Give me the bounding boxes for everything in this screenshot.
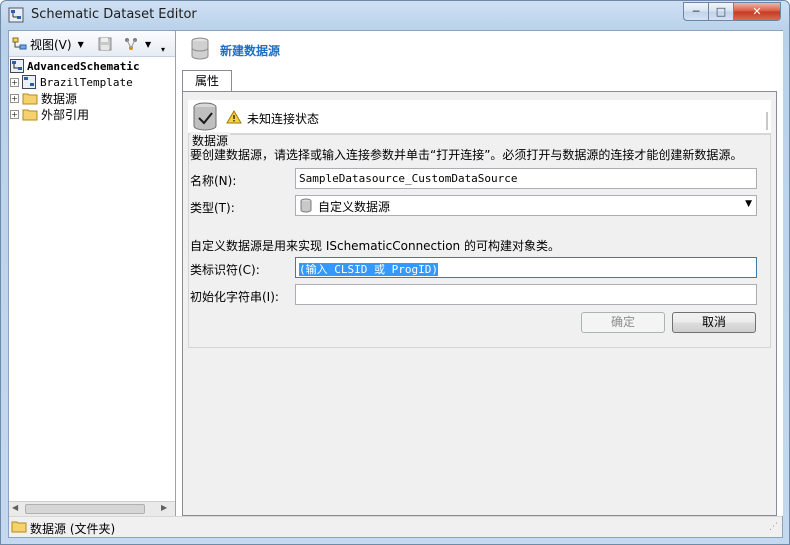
folder-icon <box>22 109 38 120</box>
left-panel: 视图(V) ▼ ▼ ▾ AdvancedSchematic + BrazilTe… <box>9 31 176 516</box>
schematic-template-icon <box>22 75 36 89</box>
cancel-button[interactable]: 取消 <box>672 312 756 333</box>
datasource-group: 数据源 要创建数据源，请选择或输入连接参数并单击“打开连接”。必须打开与数据源的… <box>188 132 771 348</box>
type-select-value: 自定义数据源 <box>318 200 391 214</box>
connection-status-text: 未知连接状态 <box>247 112 320 126</box>
class-id-label: 类标识符(C): <box>190 263 260 277</box>
minimize-button[interactable]: ─ <box>683 2 709 21</box>
left-toolbar: 视图(V) ▼ ▼ ▾ <box>9 31 175 57</box>
scroll-left-icon[interactable]: ◀ <box>12 503 18 512</box>
class-id-placeholder: (输入 CLSID 或 ProgID) <box>299 263 438 276</box>
tree-root[interactable]: AdvancedSchematic <box>10 58 140 74</box>
folder-icon <box>11 521 27 533</box>
tree-item-label: 数据源 <box>41 91 78 106</box>
save-icon <box>98 37 112 51</box>
ok-button[interactable]: 确定 <box>581 312 665 333</box>
schematic-dataset-icon <box>10 59 24 73</box>
layout-grid-icon <box>125 38 137 50</box>
init-string-field[interactable] <box>295 284 757 305</box>
window-title: Schematic Dataset Editor <box>31 7 197 22</box>
chevron-down-icon: ▼ <box>145 39 152 49</box>
page-title: 新建数据源 <box>220 44 281 58</box>
maximize-button[interactable]: □ <box>708 2 734 21</box>
overflow-chevron-icon[interactable]: ▾ <box>161 40 165 58</box>
scroll-thumb[interactable] <box>25 504 145 514</box>
resize-grip-icon[interactable]: ⋰ <box>769 522 778 532</box>
view-menu-label: 视图(V) <box>30 37 72 52</box>
class-id-field[interactable]: (输入 CLSID 或 ProgID) <box>295 257 757 278</box>
expand-icon[interactable]: + <box>10 109 19 119</box>
expand-icon[interactable]: + <box>10 93 19 103</box>
save-button[interactable] <box>97 35 113 53</box>
status-bar: 数据源 (文件夹) ⋰ <box>9 516 782 537</box>
close-button[interactable]: ✕ <box>733 2 781 21</box>
right-panel: 新建数据源 属性 未知连接状态 数据源 要创建数据源，请选择或输入连接参数并单击… <box>177 31 783 516</box>
init-string-label: 初始化字符串(I): <box>190 290 279 304</box>
type-info: 自定义数据源是用来实现 ISchematicConnection 的可构建对象类… <box>190 239 560 253</box>
name-label: 名称(N): <box>190 174 237 188</box>
tree-root-label: AdvancedSchematic <box>27 59 140 73</box>
view-menu-button[interactable]: 视图(V) ▼ <box>12 35 84 53</box>
folder-icon <box>22 93 38 104</box>
warning-icon <box>226 110 242 124</box>
properties-panel: 未知连接状态 数据源 要创建数据源，请选择或输入连接参数并单击“打开连接”。必须… <box>182 91 777 516</box>
custom-datasource-icon <box>300 198 312 213</box>
expand-icon[interactable]: + <box>10 77 19 87</box>
connection-status-box: 未知连接状态 <box>188 100 771 134</box>
chevron-down-icon[interactable]: ▼ <box>745 199 752 209</box>
tree-item-datasources[interactable]: + 数据源 <box>10 90 77 106</box>
layout-options-button[interactable]: ▼ <box>123 35 151 53</box>
group-description: 要创建数据源，请选择或输入连接参数并单击“打开连接”。必须打开与数据源的连接才能… <box>190 148 743 162</box>
horizontal-scrollbar[interactable]: ◀ ▶ <box>9 501 175 516</box>
app-window: Schematic Dataset Editor ─ □ ✕ 视图(V) ▼ ▼… <box>0 0 790 545</box>
view-icon <box>12 37 27 50</box>
schematic-app-icon <box>8 7 24 23</box>
name-field[interactable]: SampleDatasource_CustomDataSource <box>295 168 757 189</box>
type-select[interactable]: 自定义数据源 ▼ <box>295 195 757 216</box>
status-bar-text: 数据源 (文件夹) <box>30 522 116 536</box>
tab-label: 属性 <box>194 74 219 88</box>
chevron-down-icon: ▼ <box>77 39 84 49</box>
client-area: 视图(V) ▼ ▼ ▾ AdvancedSchematic + BrazilTe… <box>8 30 783 538</box>
status-scrollbar <box>766 112 768 130</box>
datasource-cylinder-icon <box>191 37 209 60</box>
tree-item-external-references[interactable]: + 外部引用 <box>10 106 89 122</box>
database-check-icon <box>193 102 217 131</box>
title-bar[interactable]: Schematic Dataset Editor ─ □ ✕ <box>1 1 789 29</box>
tree-item-label: BrazilTemplate <box>40 75 133 89</box>
scroll-right-icon[interactable]: ▶ <box>161 503 167 512</box>
tree-item-label: 外部引用 <box>41 107 90 122</box>
type-label: 类型(T): <box>190 201 235 215</box>
tab-properties[interactable]: 属性 <box>182 70 232 92</box>
tree-item-brazil-template[interactable]: + BrazilTemplate <box>10 74 133 90</box>
